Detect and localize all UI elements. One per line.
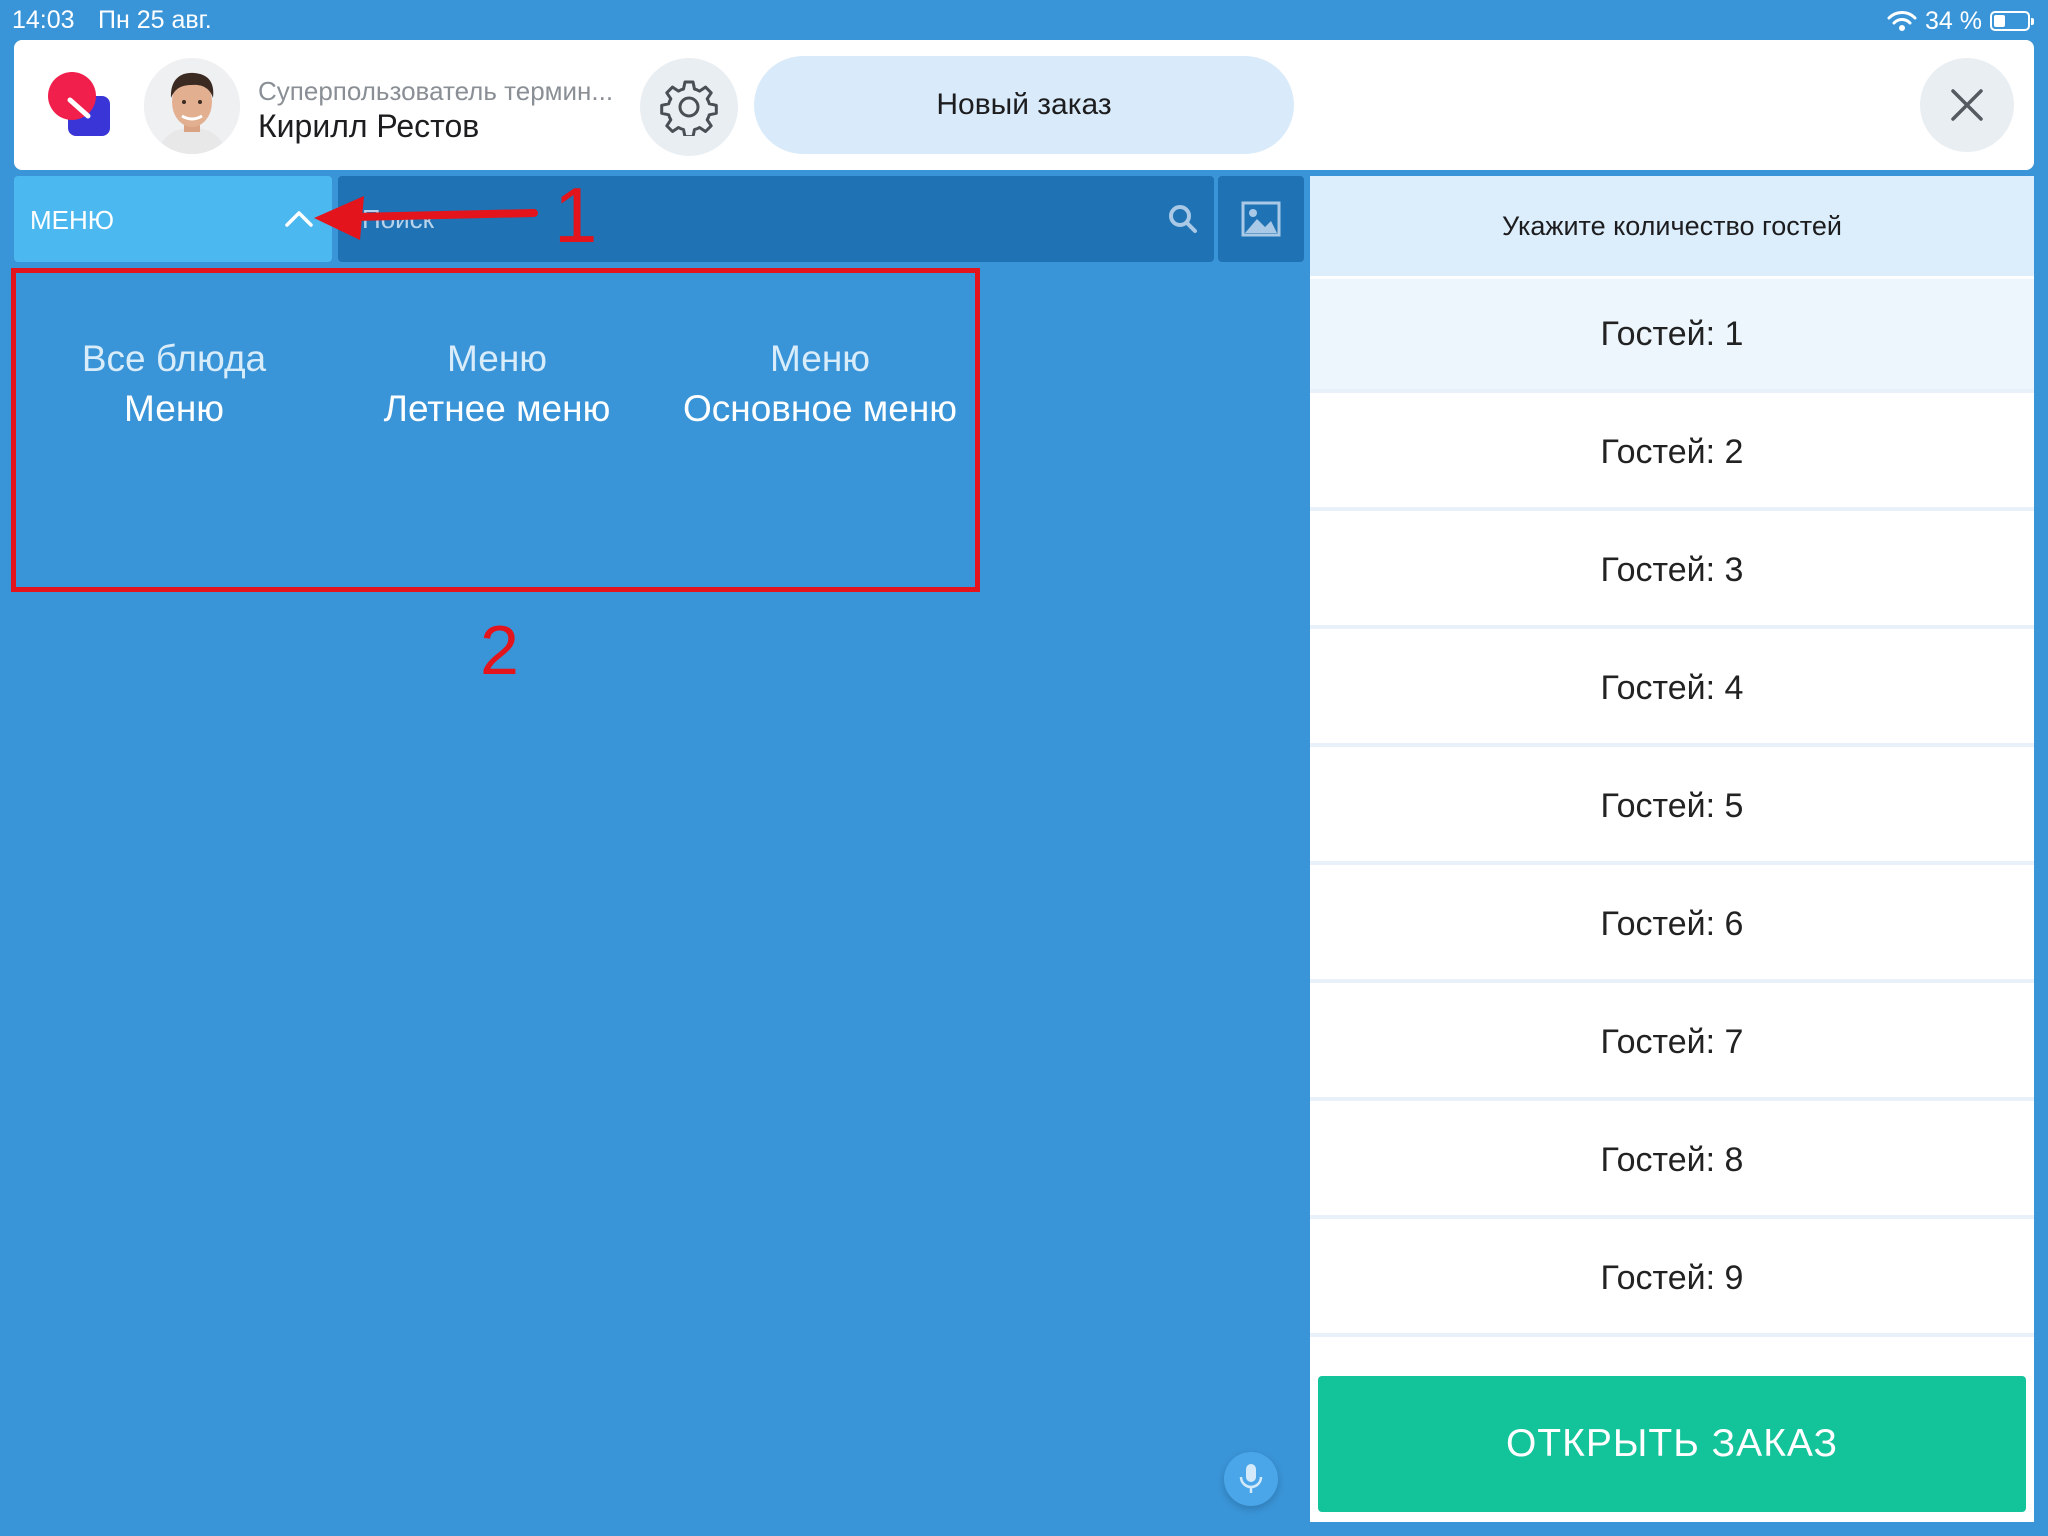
guest-option-3[interactable]: Гостей: 3	[1310, 515, 2034, 629]
app-logo	[48, 72, 110, 136]
guest-option-8[interactable]: Гостей: 8	[1310, 1105, 2034, 1219]
guest-option-7[interactable]: Гостей: 7	[1310, 987, 2034, 1101]
guest-option-4[interactable]: Гостей: 4	[1310, 633, 2034, 747]
guest-count-title: Укажите количество гостей	[1310, 176, 2034, 276]
status-indicators: 34 %	[1887, 4, 2034, 38]
wifi-icon	[1887, 11, 1917, 31]
annotation-marker-2: 2	[480, 611, 519, 689]
guest-option-2[interactable]: Гостей: 2	[1310, 397, 2034, 511]
guest-option-1[interactable]: Гостей: 1	[1310, 279, 2034, 393]
open-order-button[interactable]: ОТКРЫТЬ ЗАКАЗ	[1318, 1376, 2026, 1512]
search-icon[interactable]	[1168, 204, 1198, 234]
annotation-highlight-box	[11, 268, 980, 592]
close-icon	[1951, 89, 1983, 121]
voice-input-button[interactable]	[1224, 1452, 1278, 1506]
new-order-button[interactable]: Новый заказ	[754, 56, 1294, 154]
gear-icon	[660, 80, 718, 136]
avatar-picture	[144, 58, 240, 154]
annotation-marker-1: 1	[554, 171, 598, 259]
avatar[interactable]	[144, 58, 240, 154]
guest-option-5[interactable]: Гостей: 5	[1310, 751, 2034, 865]
status-date: Пн 25 авг.	[98, 6, 212, 34]
guest-option-9[interactable]: Гостей: 9	[1310, 1223, 2034, 1337]
microphone-icon	[1239, 1464, 1263, 1493]
image-toggle-button[interactable]	[1218, 176, 1304, 262]
menu-dropdown-label: МЕНЮ	[30, 205, 115, 235]
chevron-up-icon	[285, 211, 313, 227]
user-role: Суперпользователь термин...	[258, 76, 614, 106]
user-name: Кирилл Рестов	[258, 108, 480, 144]
guest-option-6[interactable]: Гостей: 6	[1310, 869, 2034, 983]
annotation-arrow	[314, 196, 538, 240]
image-icon	[1241, 201, 1281, 237]
status-time: 14:03	[12, 6, 75, 34]
battery-icon	[1990, 11, 2034, 31]
close-button[interactable]	[1920, 58, 2014, 152]
battery-percent: 34 %	[1925, 6, 1982, 35]
settings-button[interactable]	[640, 58, 738, 156]
